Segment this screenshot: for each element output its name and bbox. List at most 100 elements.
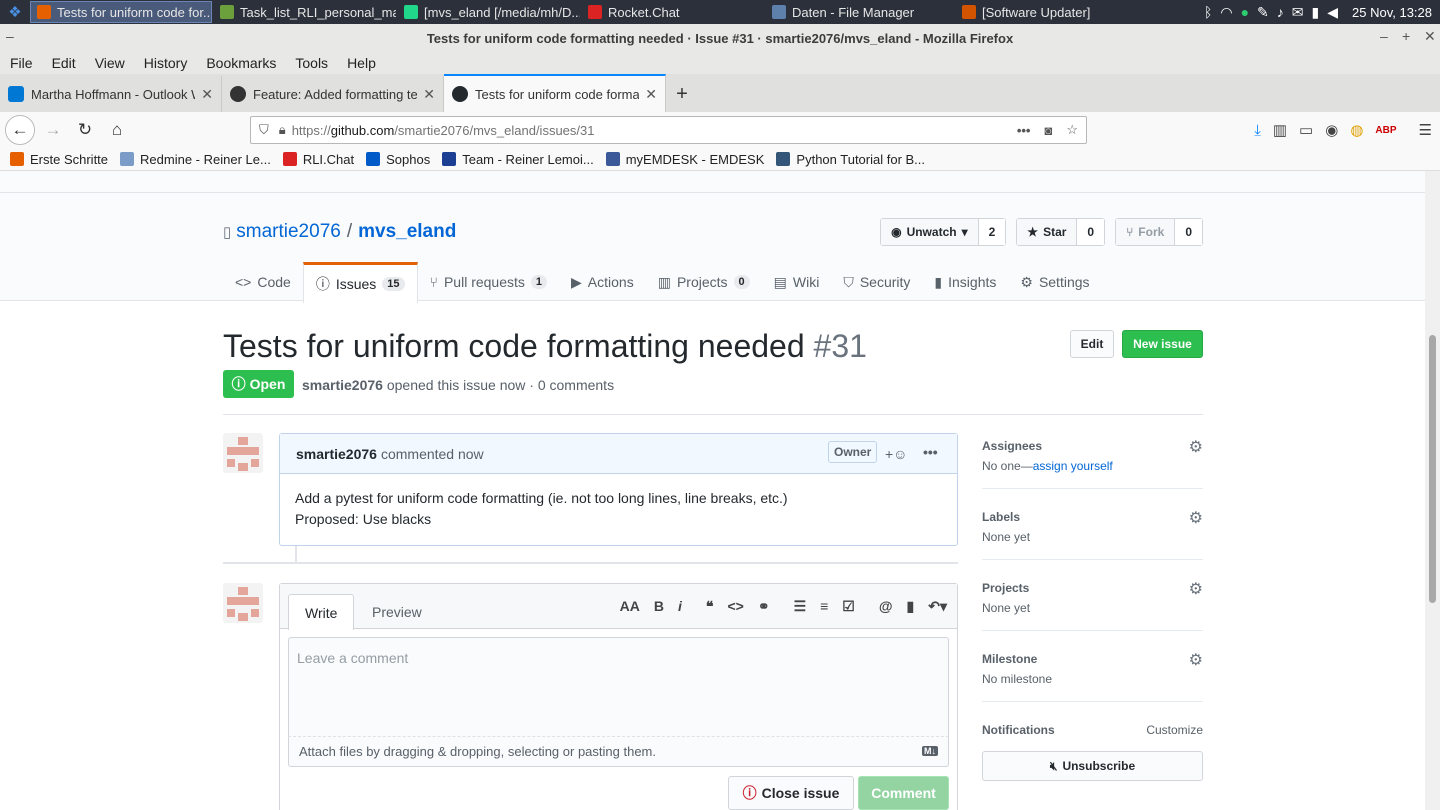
bell-icon[interactable]: ♪ (1277, 4, 1284, 20)
tab-wiki[interactable]: ▤ Wiki (762, 262, 832, 302)
browser-tab-outlook[interactable]: Martha Hoffmann - Outlook W ✕ (0, 76, 222, 112)
url-text[interactable]: https://github.com/smartie2076/mvs_eland… (292, 123, 1017, 138)
mention-icon[interactable]: @ (879, 598, 893, 615)
browser-tab-feature[interactable]: Feature: Added formatting te ✕ (222, 76, 444, 112)
link-icon[interactable]: ⚭ (758, 598, 770, 615)
lock-icon[interactable]: 🔒︎ (279, 122, 286, 138)
code-icon[interactable]: <> (727, 598, 743, 615)
volume-icon[interactable]: ◀ (1327, 4, 1338, 21)
tab-write[interactable]: Write (288, 594, 355, 630)
taskbar-item-spreadsheet[interactable]: Task_list_RLI_personal_ma... (214, 1, 396, 23)
tab-preview[interactable]: Preview (356, 594, 438, 630)
close-tab-icon[interactable]: ✕ (423, 86, 435, 103)
window-menu-icon[interactable]: – (6, 28, 14, 44)
update-ok-icon[interactable]: ● (1241, 4, 1249, 20)
tab-pull-requests[interactable]: ⑂ Pull requests 1 (418, 262, 559, 302)
tab-projects[interactable]: ▥ Projects 0 (646, 262, 762, 302)
unwatch-button[interactable]: ◉ Unwatch ▾ (881, 219, 979, 245)
fork-count[interactable]: 0 (1175, 219, 1202, 245)
mail-icon[interactable]: ✉ (1292, 4, 1304, 21)
comment-timestamp[interactable]: commented now (381, 446, 484, 462)
wifi-icon[interactable]: ◠ (1220, 4, 1232, 21)
star-button[interactable]: ★ Star (1017, 219, 1078, 245)
unsubscribe-button[interactable]: 🔇︎ Unsubscribe (982, 751, 1203, 781)
taskbar-item-firefox[interactable]: Tests for uniform code for... (30, 1, 212, 23)
gear-icon[interactable]: ⚙ (1189, 508, 1203, 528)
new-issue-button[interactable]: New issue (1122, 330, 1203, 358)
author-link[interactable]: smartie2076 (302, 377, 383, 393)
bookmark-item[interactable]: Redmine - Reiner Le... (120, 152, 271, 167)
account-icon[interactable]: ◉ (1325, 121, 1338, 139)
avatar[interactable] (223, 583, 263, 623)
library-icon[interactable]: ▥ (1273, 121, 1287, 139)
bookmark-item[interactable]: Team - Reiner Lemoi... (442, 152, 594, 167)
page-scrollbar[interactable] (1425, 171, 1440, 810)
reply-icon[interactable]: ↶▾ (928, 598, 947, 615)
fork-button[interactable]: ⑂ Fork (1116, 219, 1176, 245)
heading-icon[interactable]: AA (620, 598, 640, 615)
close-tab-icon[interactable]: ✕ (645, 86, 657, 103)
bluetooth-icon[interactable]: ᛒ (1204, 4, 1212, 20)
italic-icon[interactable]: i (678, 598, 682, 615)
close-tab-icon[interactable]: ✕ (201, 86, 213, 103)
bookmark-item[interactable]: Python Tutorial for B... (776, 152, 925, 167)
bookmark-item[interactable]: RLI.Chat (282, 152, 354, 167)
sidebar-icon[interactable]: ▭ (1299, 121, 1313, 139)
comment-button[interactable]: Comment (858, 776, 949, 810)
bookmark-item[interactable]: myEMDESK - EMDESK (605, 152, 764, 167)
downloads-icon[interactable]: ⤓ (1254, 122, 1261, 139)
taskbar-item-updater[interactable]: [Software Updater] (956, 1, 1138, 23)
quote-icon[interactable]: ❝ (706, 598, 714, 615)
extension-icon[interactable]: ◍ (1350, 121, 1363, 139)
watch-count[interactable]: 2 (978, 219, 1006, 245)
avatar[interactable] (223, 433, 263, 473)
menu-edit[interactable]: Edit (52, 55, 76, 71)
page-actions-icon[interactable]: ••• (1017, 123, 1031, 138)
close-issue-button[interactable]: ⓘ Close issue (728, 776, 854, 810)
back-button[interactable]: ← (5, 115, 35, 145)
maximize-icon[interactable]: + (1402, 28, 1410, 44)
tab-issues[interactable]: ⓘ Issues 15 (302, 262, 418, 303)
gear-icon[interactable]: ⚙ (1189, 650, 1203, 670)
add-reaction-icon[interactable]: +☺ (885, 446, 907, 462)
tab-actions[interactable]: ▶ Actions (559, 262, 646, 302)
battery-icon[interactable]: ▮ (1312, 4, 1320, 21)
edit-title-button[interactable]: Edit (1070, 330, 1114, 358)
menu-file[interactable]: File (10, 55, 33, 71)
bold-icon[interactable]: B (654, 598, 664, 615)
taskbar-item-pycharm[interactable]: [mvs_eland [/media/mh/D... (398, 1, 580, 23)
close-window-icon[interactable]: ✕ (1424, 28, 1436, 45)
star-count[interactable]: 0 (1077, 219, 1105, 245)
tab-code[interactable]: <> Code (223, 262, 303, 302)
repo-name-link[interactable]: mvs_eland (358, 221, 456, 243)
bookmark-item[interactable]: Sophos (366, 152, 430, 167)
home-button[interactable]: ⌂ (103, 116, 131, 144)
sidebar-heading[interactable]: Projects (982, 575, 1203, 601)
gear-icon[interactable]: ⚙ (1189, 579, 1203, 599)
start-menu-icon[interactable]: ❖ (0, 0, 30, 24)
bulleted-list-icon[interactable]: ☰ (794, 598, 807, 615)
tab-insights[interactable]: ▮ Insights (922, 262, 1008, 302)
taskbar-item-file-manager[interactable]: Daten - File Manager (766, 1, 954, 23)
browser-tab-issue[interactable]: Tests for uniform code format ✕ (444, 74, 666, 112)
forward-button[interactable]: → (39, 116, 67, 144)
notes-icon[interactable]: ✎ (1257, 4, 1269, 21)
url-bar[interactable]: ⛉ 🔒︎ https://github.com/smartie2076/mvs_… (250, 116, 1087, 144)
repo-owner-link[interactable]: smartie2076 (236, 221, 341, 243)
menu-help[interactable]: Help (347, 55, 376, 71)
clock[interactable]: 25 Nov, 13:28 (1352, 5, 1432, 20)
sidebar-heading[interactable]: Labels (982, 504, 1203, 530)
task-list-icon[interactable]: ☑ (842, 598, 855, 615)
bookmark-star-icon[interactable]: ☆ (1066, 122, 1078, 138)
assign-yourself-link[interactable]: assign yourself (1033, 459, 1113, 473)
tab-security[interactable]: ⛉ Security (831, 262, 922, 302)
menu-tools[interactable]: Tools (295, 55, 328, 71)
adblock-icon[interactable]: ABP (1375, 125, 1396, 136)
comment-input[interactable]: Leave a comment (288, 637, 949, 737)
bookmark-item[interactable]: Erste Schritte (10, 152, 108, 167)
scrollbar-thumb[interactable] (1429, 335, 1436, 603)
menu-view[interactable]: View (95, 55, 125, 71)
tracking-shield-icon[interactable]: ⛉ (259, 122, 269, 138)
customize-link[interactable]: Customize (1146, 723, 1203, 737)
hamburger-menu-icon[interactable]: ☰ (1419, 121, 1432, 139)
